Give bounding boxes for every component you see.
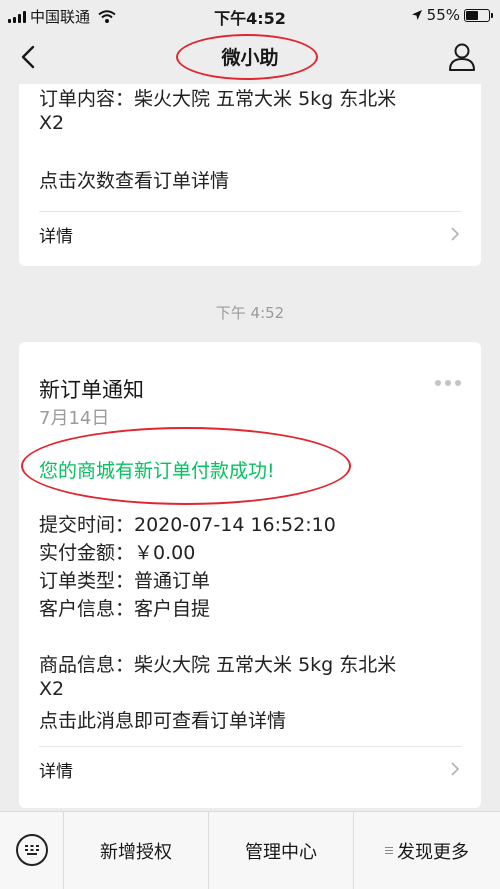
- person-icon: [449, 43, 475, 71]
- detail-label: 详情: [39, 762, 73, 782]
- menu-discover-more[interactable]: 发现更多: [354, 812, 500, 889]
- nav-bar: 微小助: [0, 30, 500, 84]
- battery-icon: [464, 8, 493, 22]
- menu-label: 发现更多: [397, 842, 469, 863]
- message-list[interactable]: 订单内容：柴火大院 五常大米 5kg 东北米 X2 点击次数查看订单详情 详情 …: [0, 84, 500, 811]
- submenu-icon: [385, 847, 393, 855]
- more-options-icon[interactable]: [435, 380, 461, 386]
- card-date: 7月14日: [39, 408, 110, 429]
- keyboard-toggle-button[interactable]: [0, 812, 64, 889]
- detail-link[interactable]: 详情: [19, 212, 481, 256]
- card-hint: 点击此消息即可查看订单详情: [39, 710, 287, 732]
- message-card-previous[interactable]: 订单内容：柴火大院 五常大米 5kg 东北米 X2 点击次数查看订单详情 详情: [19, 84, 481, 266]
- title-highlight-circle: [176, 34, 318, 80]
- location-arrow-icon: [411, 10, 422, 20]
- customer-info: 客户信息：客户自提: [39, 598, 211, 620]
- chevron-right-icon: [451, 227, 460, 241]
- goods-info: 商品信息：柴火大院 五常大米 5kg 东北米: [39, 654, 397, 676]
- battery-percent: 55%: [426, 6, 460, 24]
- menu-label: 新增授权: [100, 842, 172, 863]
- card-title: 新订单通知: [39, 378, 144, 402]
- chevron-right-icon: [451, 762, 460, 776]
- status-right: 55%: [411, 6, 493, 24]
- success-message: 您的商城有新订单付款成功!: [39, 460, 275, 482]
- paid-amount: 实付金额：￥0.00: [39, 542, 196, 564]
- menu-management-center[interactable]: 管理中心: [209, 812, 354, 889]
- card-hint: 点击次数查看订单详情: [39, 170, 230, 192]
- message-timestamp: 下午 4:52: [215, 304, 285, 322]
- status-bar: 中国联通 下午4:52 55%: [0, 0, 500, 30]
- battery-fill: [466, 10, 479, 20]
- detail-label: 详情: [39, 227, 73, 247]
- bottom-menu-bar: 新增授权 管理中心 发现更多: [0, 811, 500, 889]
- submit-time: 提交时间：2020-07-14 16:52:10: [39, 514, 336, 536]
- profile-button[interactable]: [446, 41, 478, 73]
- message-card-new-order[interactable]: 新订单通知 7月14日 您的商城有新订单付款成功! 提交时间：2020-07-1…: [19, 342, 481, 808]
- order-type: 订单类型：普通订单: [39, 570, 211, 592]
- menu-label: 管理中心: [245, 842, 317, 863]
- goods-info-cont: X2: [39, 678, 65, 700]
- keyboard-icon: [16, 834, 48, 866]
- menu-add-authorization[interactable]: 新增授权: [64, 812, 209, 889]
- detail-link[interactable]: 详情: [19, 747, 481, 791]
- order-content-line: 订单内容：柴火大院 五常大米 5kg 东北米: [39, 88, 397, 110]
- order-content-cont: X2: [39, 112, 65, 134]
